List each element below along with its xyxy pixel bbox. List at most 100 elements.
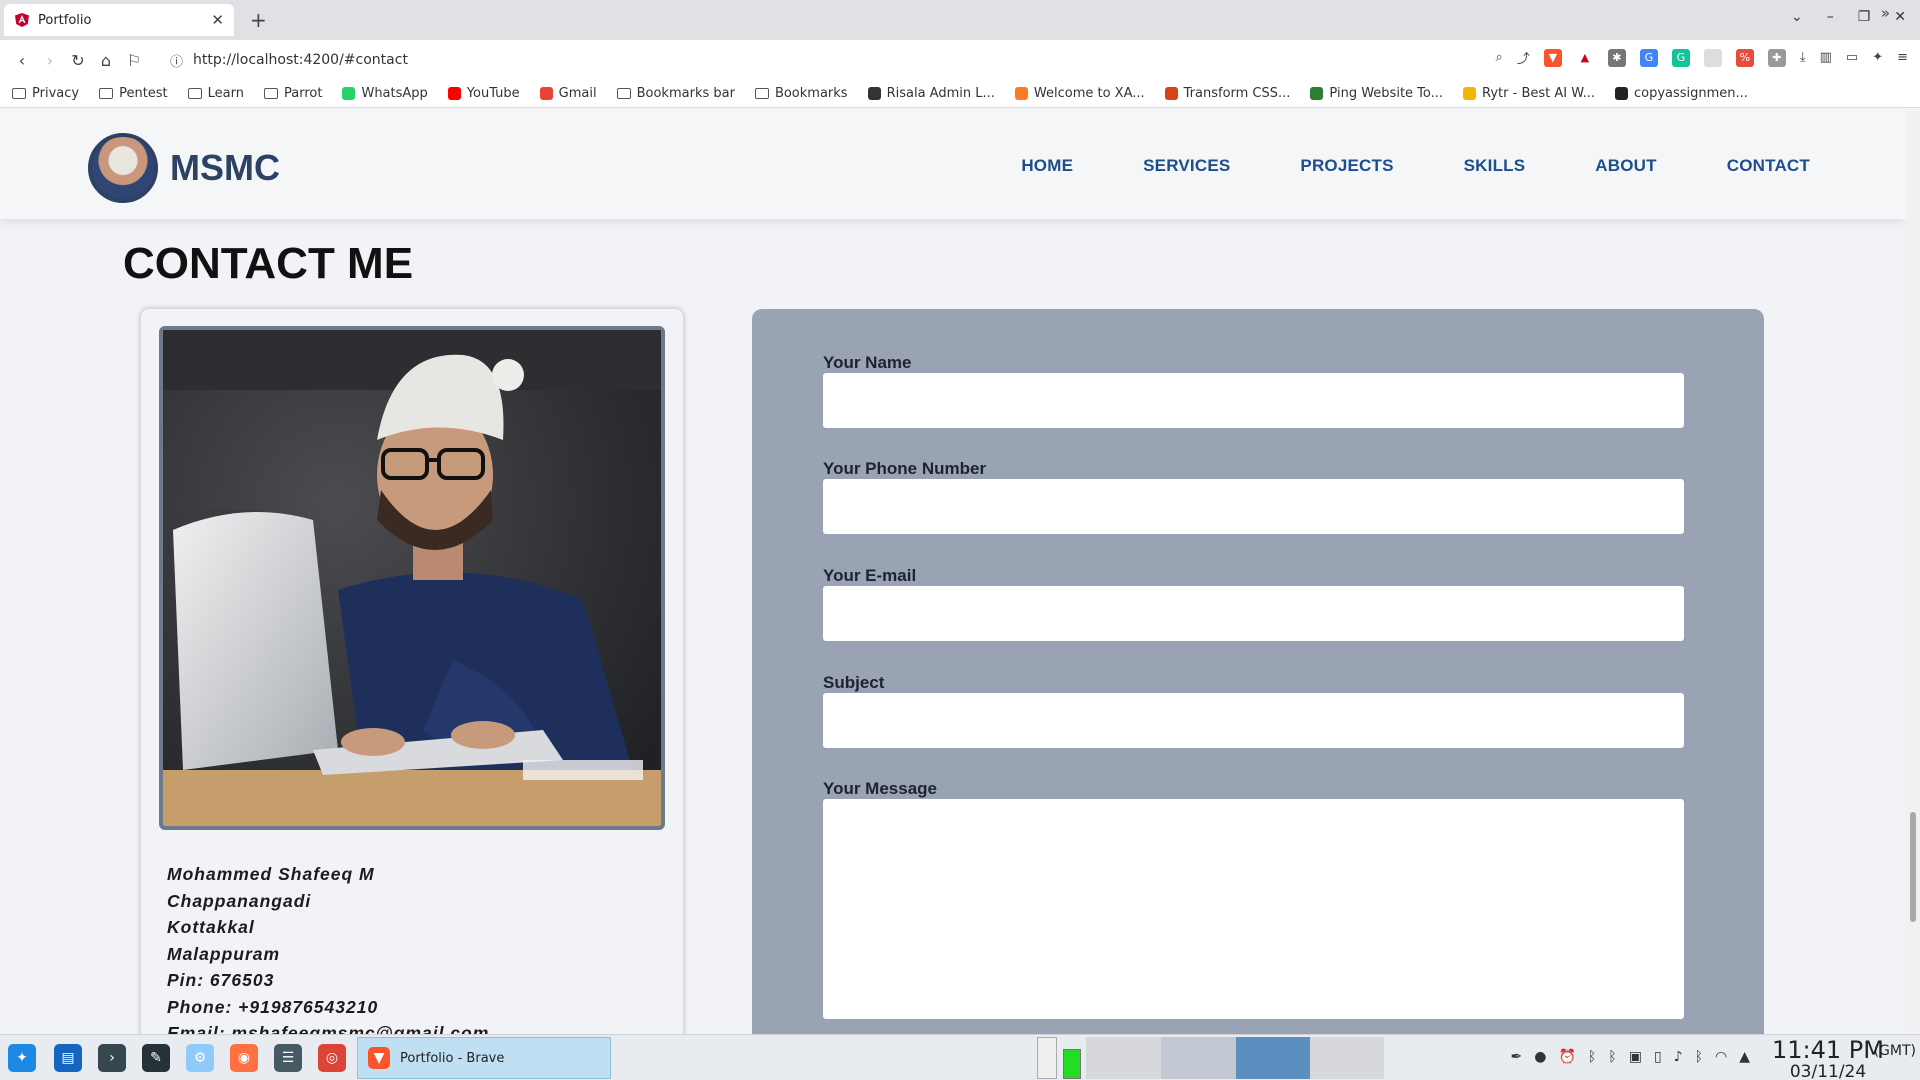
grammarly-icon[interactable]: G: [1671, 48, 1690, 67]
alarm-icon[interactable]: ⏰: [1558, 1049, 1575, 1065]
bookmark-item[interactable]: WhatsApp: [342, 86, 428, 101]
workspace-3[interactable]: [1236, 1037, 1310, 1079]
clock-time: 11:41 PM: [1772, 1036, 1884, 1064]
leo-icon[interactable]: ✦: [1872, 50, 1883, 65]
home-icon[interactable]: ⌂: [92, 51, 120, 70]
wifi-icon[interactable]: ◠: [1715, 1049, 1727, 1065]
message-label: Your Message: [823, 779, 938, 798]
chevron-up-icon[interactable]: ▲: [1739, 1049, 1750, 1065]
zoom-icon[interactable]: ⌕: [1496, 50, 1503, 65]
app-launcher-icon[interactable]: ✦: [8, 1044, 36, 1072]
settings-icon[interactable]: ⚙: [186, 1044, 214, 1072]
email-input[interactable]: [823, 586, 1684, 641]
message-textarea[interactable]: [823, 799, 1684, 1019]
close-window-icon[interactable]: ✕: [1894, 9, 1906, 25]
new-tab-button[interactable]: +: [250, 8, 267, 32]
name-input[interactable]: [823, 373, 1684, 428]
contact-form: Your Name Your Phone Number Your E-mail …: [752, 309, 1764, 1034]
nav-services[interactable]: SERVICES: [1143, 156, 1230, 176]
bookmark-item[interactable]: Transform CSS...: [1164, 86, 1290, 101]
bookmark-item[interactable]: Ping Website To...: [1310, 86, 1443, 101]
brave-shields-icon[interactable]: ▼: [1543, 48, 1562, 67]
bookmark-icon[interactable]: ⚐: [120, 51, 148, 70]
forward-icon[interactable]: ›: [36, 51, 64, 70]
bluetooth-icon[interactable]: ᛒ: [1588, 1049, 1596, 1065]
nav-about[interactable]: ABOUT: [1595, 156, 1656, 176]
page-scrollbar[interactable]: [1906, 109, 1920, 1034]
menu-icon[interactable]: ≡: [1897, 50, 1908, 65]
browser-tab[interactable]: Portfolio ✕: [4, 4, 234, 36]
bookmark-item[interactable]: copyassignmen...: [1614, 86, 1748, 101]
pen-icon[interactable]: ✒: [1511, 1049, 1523, 1065]
nav-home[interactable]: HOME: [1021, 156, 1073, 176]
bookmark-item[interactable]: Rytr - Best AI W...: [1463, 86, 1595, 101]
brand-avatar: [88, 133, 158, 203]
text-editor-icon[interactable]: ✎: [142, 1044, 170, 1072]
workspace-2[interactable]: [1161, 1037, 1236, 1079]
bookmark-item[interactable]: Pentest: [99, 86, 168, 101]
bookmark-item[interactable]: Gmail: [539, 86, 597, 101]
brand[interactable]: MSMC: [88, 133, 280, 203]
sidebar-icon[interactable]: ▥: [1820, 50, 1832, 65]
nav-skills[interactable]: SKILLS: [1464, 156, 1526, 176]
network-monitor-icon[interactable]: ▣: [1629, 1049, 1642, 1065]
profile-card: Mohammed Shafeeq M Chappanangadi Kottakk…: [141, 309, 683, 1034]
bookmark-item[interactable]: Bookmarks: [754, 86, 848, 101]
scrollbar-thumb[interactable]: [1910, 812, 1916, 922]
bookmark-item[interactable]: Parrot: [264, 86, 322, 101]
chrome-icon[interactable]: ◎: [318, 1044, 346, 1072]
bookmark-item[interactable]: Privacy: [12, 86, 79, 101]
url-text[interactable]: http://localhost:4200/#contact: [193, 52, 408, 68]
bluetooth-icon[interactable]: ᛒ: [1695, 1049, 1703, 1065]
clock[interactable]: 11:41 PM (GMT) 03/11/24: [1772, 1036, 1916, 1080]
bookmark-label: Pentest: [119, 86, 168, 101]
chevron-down-icon[interactable]: ⌄: [1791, 9, 1803, 25]
active-task-label: Portfolio - Brave: [400, 1050, 505, 1066]
bookmark-label: copyassignmen...: [1633, 86, 1748, 101]
workspace-4[interactable]: [1310, 1037, 1384, 1079]
firefox-icon[interactable]: ◉: [230, 1044, 258, 1072]
close-icon[interactable]: ✕: [211, 11, 224, 29]
tab-title: Portfolio: [38, 12, 92, 28]
phone-input[interactable]: [823, 479, 1684, 534]
bookmark-item[interactable]: Risala Admin L...: [867, 86, 995, 101]
subject-input[interactable]: [823, 693, 1684, 748]
bookmark-item[interactable]: Learn: [187, 86, 244, 101]
taskbar-active-task[interactable]: ▼ Portfolio - Brave: [357, 1037, 611, 1079]
folder-icon: [264, 88, 279, 99]
back-icon[interactable]: ‹: [8, 51, 36, 70]
more-bookmarks-icon[interactable]: »: [1881, 4, 1890, 22]
bookmark-item[interactable]: Bookmarks bar: [616, 86, 735, 101]
bluetooth-icon[interactable]: ᛒ: [1608, 1049, 1616, 1065]
bookmark-label: Risala Admin L...: [886, 86, 995, 101]
bug-icon[interactable]: ✱: [1607, 48, 1626, 67]
maximize-icon[interactable]: ❐: [1858, 9, 1871, 25]
circle-icon[interactable]: ●: [1534, 1049, 1546, 1065]
brave-rewards-icon[interactable]: ▲: [1575, 48, 1594, 67]
volume-icon[interactable]: ♪: [1674, 1049, 1683, 1065]
minimize-icon[interactable]: –: [1827, 9, 1834, 25]
wallet-icon[interactable]: ▭: [1846, 50, 1858, 65]
share-icon[interactable]: ⤴: [1517, 48, 1530, 67]
workspace-1[interactable]: [1086, 1037, 1161, 1079]
terminal-icon[interactable]: ›: [98, 1044, 126, 1072]
bookmark-label: Welcome to XA...: [1033, 86, 1145, 101]
site-info-icon[interactable]: ⓘ: [170, 51, 183, 70]
bookmarks-bar: Privacy Pentest Learn Parrot WhatsApp YouTube…: [0, 80, 1920, 108]
bookmark-label: Bookmarks: [774, 86, 848, 101]
download-icon[interactable]: ⤓: [1800, 50, 1806, 65]
translate-icon[interactable]: G: [1639, 48, 1658, 67]
nav-contact[interactable]: CONTACT: [1727, 156, 1810, 176]
bookmark-item[interactable]: Welcome to XA...: [1014, 86, 1145, 101]
clipboard-icon[interactable]: ▯: [1654, 1049, 1662, 1065]
bookmark-item[interactable]: YouTube: [447, 86, 520, 101]
nav-projects[interactable]: PROJECTS: [1300, 156, 1393, 176]
address-bar[interactable]: ⓘ http://localhost:4200/#contact: [170, 46, 1470, 74]
brand-name: MSMC: [170, 147, 280, 188]
reload-icon[interactable]: ↻: [64, 51, 92, 70]
control-panel-icon[interactable]: ☰: [274, 1044, 302, 1072]
file-manager-icon[interactable]: ▤: [54, 1044, 82, 1072]
extension-icon[interactable]: [1703, 48, 1722, 67]
puzzle-icon[interactable]: ✚: [1767, 48, 1786, 67]
percent-icon[interactable]: %: [1735, 48, 1754, 67]
